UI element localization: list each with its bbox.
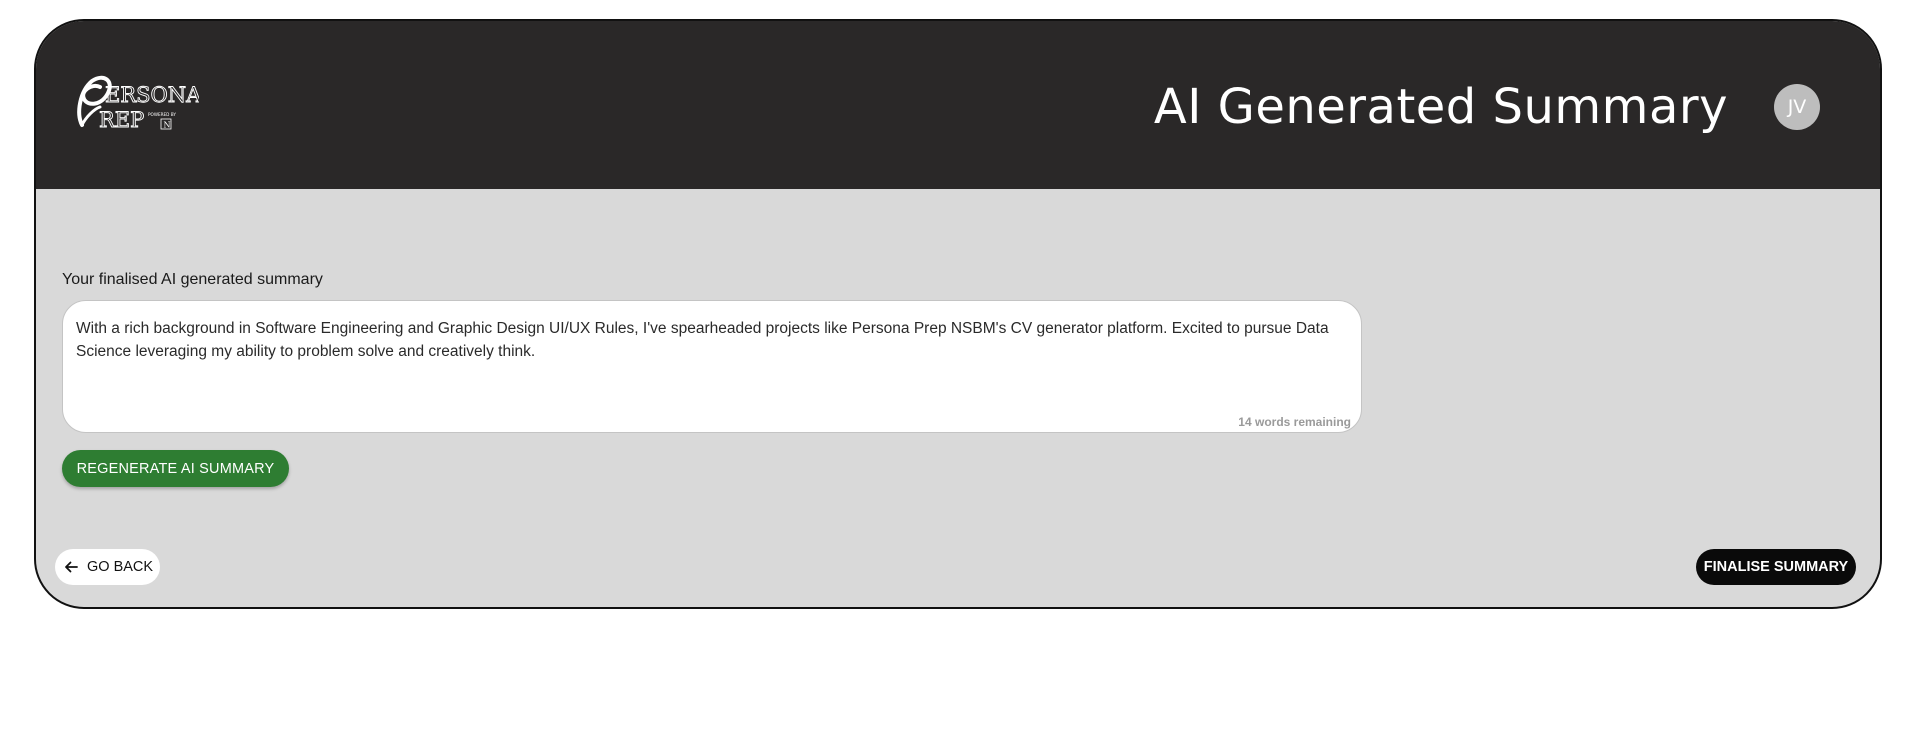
summary-text[interactable]: With a rich background in Software Engin… <box>76 317 1336 363</box>
persona-prep-logo[interactable]: ERSONA REP POWERED BY N <box>74 73 203 133</box>
logo-partner-mark: N <box>164 121 171 130</box>
regenerate-summary-button[interactable]: REGENERATE AI SUMMARY <box>62 450 289 487</box>
summary-textarea[interactable]: With a rich background in Software Engin… <box>62 300 1362 433</box>
summary-field-label: Your finalised AI generated summary <box>62 271 323 288</box>
user-avatar[interactable]: JV <box>1774 84 1820 130</box>
app-window: ERSONA REP POWERED BY N AI Generated Sum… <box>34 19 1882 609</box>
logo-mark-icon: ERSONA REP POWERED BY N <box>77 75 203 132</box>
logo-powered-by: POWERED BY <box>148 112 176 117</box>
logo-text-top: ERSONA <box>105 83 199 107</box>
words-remaining-counter: 14 words remaining <box>1238 415 1351 429</box>
go-back-button[interactable]: GO BACK <box>55 549 160 585</box>
header-bar: ERSONA REP POWERED BY N AI Generated Sum… <box>36 21 1880 189</box>
go-back-label: GO BACK <box>87 559 154 575</box>
arrow-left-icon <box>65 561 78 573</box>
finalise-summary-button[interactable]: FINALISE SUMMARY <box>1696 549 1856 585</box>
logo-text-bottom: REP <box>99 108 144 132</box>
page-title: AI Generated Summary <box>1153 79 1728 135</box>
